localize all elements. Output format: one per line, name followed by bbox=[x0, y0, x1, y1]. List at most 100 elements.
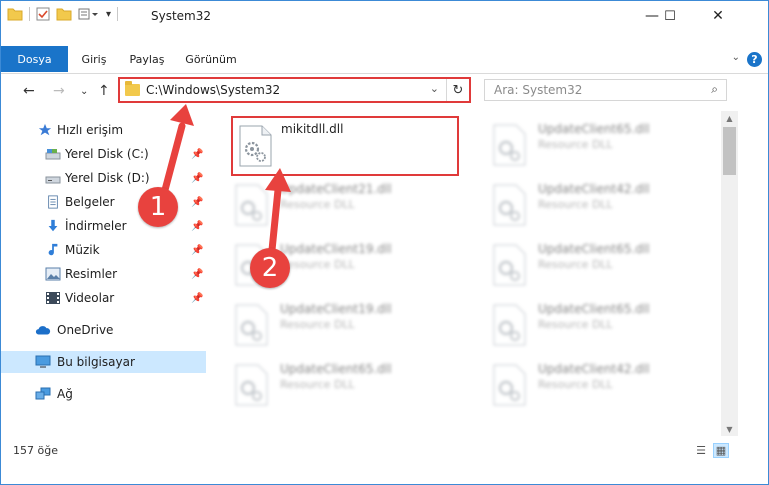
navigation-bar: ← → ⌄ ↑ C:\Windows\System32 ⌄ ↻ Ara: Sys… bbox=[1, 77, 768, 107]
explorer-window: ▾ System32 — ☐ ✕ Dosya Giriş Paylaş Görü… bbox=[0, 0, 769, 485]
file-item[interactable]: UpdateClient42.dll Resource DLL bbox=[465, 177, 690, 227]
dll-file-icon bbox=[235, 184, 268, 226]
file-description: Resource DLL bbox=[280, 258, 355, 271]
sidebar-item-label: Videolar bbox=[65, 291, 115, 305]
file-name: UpdateClient21.dll bbox=[280, 182, 392, 196]
dll-file-icon bbox=[239, 125, 272, 167]
details-view-icon[interactable]: ☰ bbox=[693, 443, 709, 458]
ribbon-expand-icon[interactable]: ⌄ bbox=[732, 52, 740, 63]
sidebar-item-pictures[interactable]: Resimler 📌 bbox=[1, 263, 206, 285]
title-bar: ▾ System32 — ☐ ✕ bbox=[1, 1, 768, 31]
cloud-icon bbox=[35, 326, 51, 335]
back-arrow-icon[interactable]: ← bbox=[23, 83, 35, 99]
sidebar-item-videos[interactable]: Videolar 📌 bbox=[1, 287, 206, 309]
music-icon bbox=[48, 243, 58, 256]
toolbar-chevron-icon[interactable]: ▾ bbox=[106, 9, 111, 20]
navigation-pane: Hızlı erişim Yerel Disk (C:) 📌 Yerel Dis… bbox=[1, 111, 206, 436]
annotation-step-2-badge: 2 bbox=[250, 248, 290, 288]
tab-share[interactable]: Paylaş bbox=[127, 47, 167, 72]
annotation-step-1-badge: 1 bbox=[138, 187, 178, 227]
file-item[interactable]: UpdateClient19.dll Resource DLL bbox=[207, 297, 432, 347]
file-description: Resource DLL bbox=[280, 378, 355, 391]
file-name: UpdateClient42.dll bbox=[538, 362, 650, 376]
address-path[interactable]: C:\Windows\System32 bbox=[146, 83, 280, 97]
address-bar[interactable]: C:\Windows\System32 ⌄ ↻ bbox=[118, 77, 471, 103]
scroll-thumb[interactable] bbox=[723, 127, 736, 175]
file-description: Resource DLL bbox=[538, 318, 613, 331]
forward-arrow-icon[interactable]: → bbox=[53, 83, 65, 99]
file-item[interactable]: UpdateClient65.dll Resource DLL bbox=[465, 237, 690, 287]
pictures-icon bbox=[45, 267, 61, 281]
sidebar-item-downloads[interactable]: İndirmeler 📌 bbox=[1, 215, 206, 237]
pin-icon: 📌 bbox=[191, 172, 204, 184]
up-arrow-icon[interactable]: ↑ bbox=[98, 83, 110, 99]
sidebar-item-network[interactable]: Ağ bbox=[1, 383, 206, 405]
file-name: UpdateClient65.dll bbox=[538, 242, 650, 256]
scroll-down-icon[interactable]: ▼ bbox=[721, 422, 738, 436]
file-item[interactable]: UpdateClient65.dll Resource DLL bbox=[207, 357, 432, 407]
file-description: Resource DLL bbox=[538, 258, 613, 271]
file-item[interactable]: UpdateClient65.dll Resource DLL bbox=[465, 297, 690, 347]
sidebar-item-music[interactable]: Müzik 📌 bbox=[1, 239, 206, 261]
search-icon[interactable]: ⌕ bbox=[711, 82, 718, 97]
sidebar-item-local-disk-c[interactable]: Yerel Disk (C:) 📌 bbox=[1, 143, 206, 165]
dll-file-icon bbox=[493, 244, 526, 286]
sidebar-item-label: Bu bilgisayar bbox=[57, 355, 135, 369]
sidebar-item-label: Resimler bbox=[65, 267, 118, 281]
dll-file-icon bbox=[235, 364, 268, 406]
file-item[interactable]: UpdateClient42.dll Resource DLL bbox=[465, 357, 690, 407]
scroll-up-icon[interactable]: ▲ bbox=[721, 111, 738, 125]
sidebar-item-onedrive[interactable]: OneDrive bbox=[1, 319, 206, 341]
sidebar-item-label: Hızlı erişim bbox=[57, 123, 124, 137]
dll-file-icon bbox=[235, 304, 268, 346]
pin-icon: 📌 bbox=[191, 148, 204, 160]
sidebar-item-this-pc[interactable]: Bu bilgisayar bbox=[1, 351, 206, 373]
file-name: mikitdll.dll bbox=[281, 122, 344, 136]
file-description: Resource DLL bbox=[538, 138, 613, 151]
file-name: UpdateClient19.dll bbox=[280, 302, 392, 316]
file-name: UpdateClient65.dll bbox=[538, 122, 650, 136]
sidebar-item-local-disk-d[interactable]: Yerel Disk (D:) 📌 bbox=[1, 167, 206, 189]
folder-icon bbox=[125, 81, 140, 96]
file-item-mikitdll[interactable]: mikitdll.dll bbox=[231, 116, 459, 176]
tiles-view-icon[interactable]: ▦ bbox=[713, 443, 729, 458]
search-input[interactable]: Ara: System32 ⌕ bbox=[484, 79, 727, 101]
toolbar-divider bbox=[117, 7, 119, 21]
file-item[interactable]: UpdateClient65.dll Resource DLL bbox=[465, 117, 690, 167]
customize-icon[interactable] bbox=[78, 7, 100, 21]
tab-file[interactable]: Dosya bbox=[1, 46, 68, 72]
file-name: UpdateClient65.dll bbox=[538, 302, 650, 316]
window-title: System32 bbox=[151, 9, 212, 23]
tab-view[interactable]: Görünüm bbox=[185, 47, 236, 72]
pin-icon: 📌 bbox=[191, 244, 204, 256]
pin-icon: 📌 bbox=[191, 196, 204, 208]
network-icon bbox=[35, 387, 51, 400]
download-icon bbox=[48, 219, 58, 232]
dll-file-icon bbox=[493, 304, 526, 346]
folder-icon[interactable] bbox=[7, 7, 23, 21]
help-button[interactable]: ? bbox=[747, 52, 762, 67]
file-item[interactable]: UpdateClient21.dll Resource DLL bbox=[207, 177, 432, 227]
sidebar-item-label: Müzik bbox=[65, 243, 100, 257]
file-description: Resource DLL bbox=[538, 198, 613, 211]
tab-home[interactable]: Giriş bbox=[79, 47, 109, 72]
close-button[interactable]: ✕ bbox=[695, 1, 741, 31]
quick-access-toolbar: ▾ bbox=[7, 7, 119, 21]
status-bar: 157 öğe ☰ ▦ bbox=[1, 441, 768, 461]
sidebar-item-quick-access[interactable]: Hızlı erişim bbox=[1, 119, 206, 141]
file-item[interactable]: UpdateClient19.dll Resource DLL bbox=[207, 237, 432, 287]
file-description: Resource DLL bbox=[280, 318, 355, 331]
sidebar-item-label: OneDrive bbox=[57, 323, 114, 337]
maximize-button[interactable]: ☐ bbox=[647, 1, 693, 31]
drive-icon bbox=[45, 176, 61, 184]
new-folder-icon[interactable] bbox=[56, 7, 72, 21]
vertical-scrollbar[interactable]: ▲ ▼ bbox=[721, 111, 738, 436]
recent-locations-icon[interactable]: ⌄ bbox=[80, 86, 88, 97]
properties-icon[interactable] bbox=[36, 7, 50, 21]
videos-icon bbox=[46, 292, 60, 304]
address-dropdown-icon[interactable]: ⌄ bbox=[430, 82, 439, 95]
star-icon bbox=[38, 123, 52, 136]
refresh-icon[interactable]: ↻ bbox=[446, 79, 469, 101]
item-count: 157 öğe bbox=[13, 444, 58, 457]
pin-icon: 📌 bbox=[191, 220, 204, 232]
